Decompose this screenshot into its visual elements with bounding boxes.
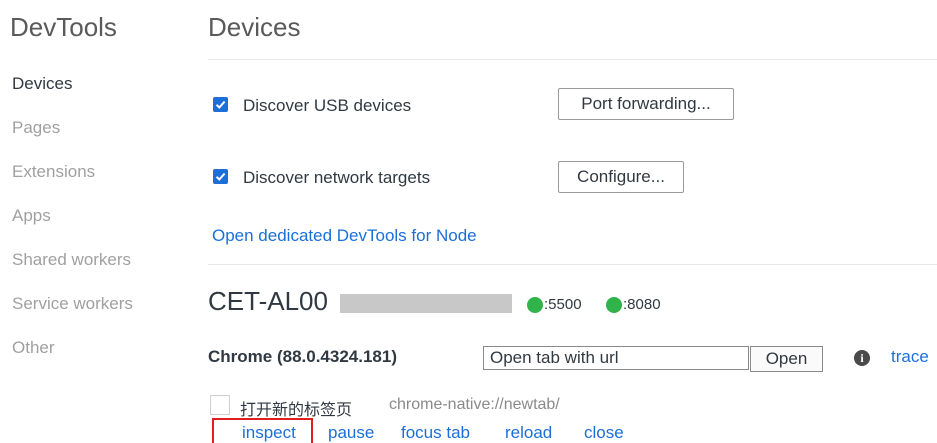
reload-link[interactable]: reload xyxy=(505,423,552,443)
port-status-8080: :8080 xyxy=(606,296,661,313)
sidebar-item-other[interactable]: Other xyxy=(12,336,133,380)
sidebar-item-apps[interactable]: Apps xyxy=(12,204,133,248)
inspect-link[interactable]: inspect xyxy=(242,423,296,443)
discover-network-checkbox[interactable] xyxy=(213,169,228,184)
discover-usb-checkbox[interactable] xyxy=(213,97,228,112)
discover-network-label: Discover network targets xyxy=(243,168,431,187)
checkmark-icon xyxy=(215,172,226,181)
section-divider xyxy=(208,264,937,265)
port-label: :5500 xyxy=(544,296,582,313)
sidebar-item-pages[interactable]: Pages xyxy=(12,116,133,160)
tab-favicon-icon xyxy=(210,395,230,415)
device-name: CET-AL00 xyxy=(208,286,328,316)
app-title: DevTools xyxy=(10,12,117,42)
close-link[interactable]: close xyxy=(584,423,624,443)
checkmark-icon xyxy=(215,100,226,109)
tab-url: chrome-native://newtab/ xyxy=(389,396,560,413)
trace-link[interactable]: trace xyxy=(891,347,929,367)
page-title: Devices xyxy=(208,12,301,42)
open-tab-url-input[interactable] xyxy=(483,346,749,370)
discover-usb-label: Discover USB devices xyxy=(243,96,412,115)
port-status-dot-icon xyxy=(527,296,543,313)
port-forwarding-button[interactable]: Port forwarding... xyxy=(558,88,734,120)
sidebar-item-shared-workers[interactable]: Shared workers xyxy=(12,248,133,292)
sidebar-nav: Devices Pages Extensions Apps Shared wor… xyxy=(12,72,133,380)
header-divider xyxy=(208,59,937,60)
open-node-devtools-link[interactable]: Open dedicated DevTools for Node xyxy=(212,226,477,246)
focus-tab-link[interactable]: focus tab xyxy=(401,423,470,443)
sidebar-item-extensions[interactable]: Extensions xyxy=(12,160,133,204)
sidebar-item-service-workers[interactable]: Service workers xyxy=(12,292,133,336)
port-status-dot-icon xyxy=(606,296,622,313)
open-button[interactable]: Open xyxy=(750,346,823,372)
port-label: :8080 xyxy=(623,296,661,313)
redacted-serial xyxy=(340,294,512,313)
browser-name: Chrome (88.0.4324.181) xyxy=(208,347,397,366)
configure-button[interactable]: Configure... xyxy=(558,161,684,193)
pause-link[interactable]: pause xyxy=(328,423,374,443)
tab-title: 打开新的标签页 xyxy=(240,402,353,419)
devtools-inspect-page: DevTools Devices Pages Extensions Apps S… xyxy=(0,0,937,443)
info-icon[interactable]: i xyxy=(854,350,870,366)
port-status-5500: :5500 xyxy=(527,296,582,313)
sidebar-item-devices[interactable]: Devices xyxy=(12,72,133,116)
